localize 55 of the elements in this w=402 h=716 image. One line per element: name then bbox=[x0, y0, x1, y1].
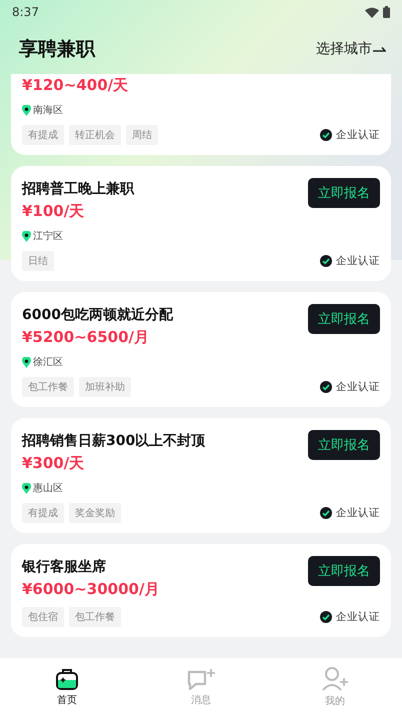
certified-label: 企业认证 bbox=[336, 506, 380, 520]
status-time: 8:37 bbox=[12, 5, 39, 19]
city-select-button[interactable]: 选择城市 bbox=[316, 40, 386, 58]
apply-button[interactable]: 立即报名 bbox=[308, 178, 380, 208]
salary-text: ¥100/天 bbox=[22, 202, 86, 221]
job-tag: 有提成 bbox=[22, 503, 64, 523]
salary-text: ¥300/天 bbox=[22, 454, 86, 473]
salary-text: ¥5200~6500/月 bbox=[22, 328, 150, 347]
location-text: 惠山区 bbox=[33, 482, 63, 495]
job-title: 招聘销售日薪300以上不封顶 bbox=[22, 432, 206, 450]
job-card[interactable]: ¥120~400/天 南海区 有提成 转正机会 周结 企业认证 bbox=[11, 74, 391, 155]
certified-label: 企业认证 bbox=[336, 128, 380, 142]
job-tag: 日结 bbox=[22, 251, 54, 271]
job-tag: 加班补助 bbox=[79, 377, 131, 397]
certified-label: 企业认证 bbox=[336, 610, 380, 624]
certified-label: 企业认证 bbox=[336, 380, 380, 394]
job-card[interactable]: 招聘销售日薪300以上不封顶 立即报名 ¥300/天 惠山区 有提成 奖金奖励 企业认证 bbox=[11, 418, 391, 533]
job-tag: 周结 bbox=[126, 125, 158, 145]
location-pin-icon bbox=[22, 104, 31, 116]
tab-item[interactable]: 首页 bbox=[0, 658, 134, 716]
person-icon bbox=[321, 666, 349, 692]
job-title: 招聘普工晚上兼职 bbox=[22, 180, 134, 198]
job-title: 6000包吃两顿就近分配 bbox=[22, 306, 173, 324]
battery-icon bbox=[383, 6, 390, 18]
salary-text: ¥6000~30000/月 bbox=[22, 580, 160, 599]
check-badge-icon bbox=[320, 507, 332, 519]
job-tag: 奖金奖励 bbox=[69, 503, 121, 523]
briefcase-icon bbox=[55, 667, 79, 691]
job-tag: 包工作餐 bbox=[69, 607, 121, 627]
job-tag: 有提成 bbox=[22, 125, 64, 145]
location-pin-icon bbox=[22, 230, 31, 242]
job-title: 银行客服坐席 bbox=[22, 558, 106, 576]
apply-button[interactable]: 立即报名 bbox=[308, 304, 380, 334]
apply-button[interactable]: 立即报名 bbox=[308, 430, 380, 460]
location-text: 南海区 bbox=[33, 104, 63, 117]
app-title: 享聘兼职 bbox=[19, 37, 95, 62]
location-text: 徐汇区 bbox=[33, 356, 63, 369]
job-tag: 包住宿 bbox=[22, 607, 64, 627]
check-badge-icon bbox=[320, 255, 332, 267]
check-badge-icon bbox=[320, 381, 332, 393]
job-card[interactable]: 招聘普工晚上兼职 立即报名 ¥100/天 江宁区 日结 企业认证 bbox=[11, 166, 391, 281]
location-pin-icon bbox=[22, 482, 31, 494]
job-tag: 转正机会 bbox=[69, 125, 121, 145]
location-pin-icon bbox=[22, 356, 31, 368]
salary-text: ¥120~400/天 bbox=[22, 76, 130, 95]
location-text: 江宁区 bbox=[33, 230, 63, 243]
job-tag: 包工作餐 bbox=[22, 377, 74, 397]
apply-button[interactable]: 立即报名 bbox=[308, 556, 380, 586]
certified-label: 企业认证 bbox=[336, 254, 380, 268]
job-card[interactable]: 银行客服坐席 立即报名 ¥6000~30000/月 包住宿 包工作餐 企业认证 bbox=[11, 544, 391, 637]
wifi-icon bbox=[365, 6, 379, 18]
check-badge-icon bbox=[320, 129, 332, 141]
job-card[interactable]: 6000包吃两顿就近分配 立即报名 ¥5200~6500/月 徐汇区 包工作餐 加班补助 企业认证 bbox=[11, 292, 391, 407]
chat-bubble-icon bbox=[186, 667, 216, 691]
check-badge-icon bbox=[320, 611, 332, 623]
